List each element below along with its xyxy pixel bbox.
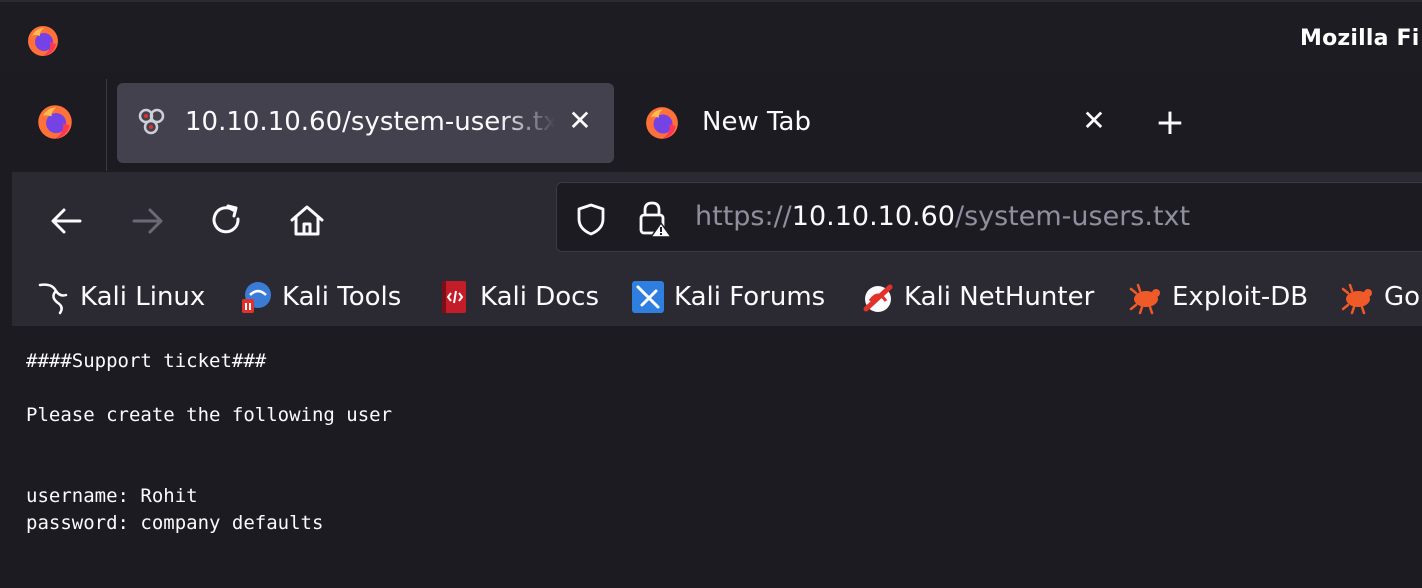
window-title: Mozilla Fi	[1300, 26, 1420, 51]
navigation-toolbar: https://10.10.10.60/system-users.txt	[12, 172, 1422, 320]
page-favicon-icon	[135, 105, 169, 143]
exploit-db-icon	[1129, 283, 1160, 315]
close-icon: ✕	[1082, 104, 1106, 137]
page-content: ####Support ticket### Please create the …	[12, 326, 1422, 588]
bookmark-label: Kali Linux	[80, 282, 206, 312]
browser-window: 10.10.10.60/system-users.txt ✕ New Tab ✕…	[12, 73, 1422, 588]
new-tab-button[interactable]: +	[1150, 103, 1190, 143]
doc-line: ####Support ticket###	[26, 350, 267, 372]
tabstrip-separator	[106, 79, 107, 171]
firefox-view-button[interactable]	[36, 103, 74, 145]
bookmark-label: Kali NetHunter	[904, 282, 1095, 312]
kali-docs-icon	[442, 281, 466, 313]
insecure-lock-icon[interactable]	[635, 199, 675, 243]
url-path: /system-users.txt	[954, 201, 1191, 232]
bookmark-exploit-db[interactable]: Exploit-DB	[1128, 276, 1308, 318]
kali-dragon-icon	[38, 283, 68, 315]
kali-forums-icon	[632, 281, 664, 313]
kali-tools-icon	[242, 282, 271, 313]
shield-icon[interactable]	[573, 201, 609, 241]
bookmark-label: Go	[1384, 282, 1421, 312]
bookmark-kali-docs[interactable]: Kali Docs	[436, 276, 599, 318]
reload-button[interactable]	[204, 198, 250, 244]
tab-label: New Tab	[702, 107, 811, 137]
address-bar[interactable]: https://10.10.10.60/system-users.txt	[556, 182, 1422, 252]
url-scheme: https://	[695, 201, 792, 232]
bookmark-kali-tools[interactable]: Kali Tools	[238, 276, 401, 318]
firefox-icon	[38, 105, 72, 139]
plain-text-document: ####Support ticket### Please create the …	[26, 348, 392, 537]
tab-strip: 10.10.10.60/system-users.txt ✕ New Tab ✕…	[12, 73, 1422, 172]
tab-new-tab[interactable]: New Tab ✕	[626, 83, 1116, 163]
home-icon	[290, 205, 324, 236]
reload-icon	[212, 204, 240, 234]
doc-line: username: Rohit	[26, 485, 198, 507]
url-text[interactable]: https://10.10.10.60/system-users.txt	[695, 201, 1190, 232]
doc-line: Please create the following user	[26, 404, 393, 426]
bookmark-label: Kali Docs	[480, 282, 600, 312]
bookmark-go[interactable]: Go	[1340, 276, 1420, 318]
url-host: 10.10.10.60	[791, 201, 955, 232]
firefox-icon	[26, 24, 60, 62]
forward-button[interactable]	[124, 198, 170, 244]
bookmark-label: Kali Forums	[674, 282, 826, 312]
bookmark-label: Exploit-DB	[1172, 282, 1309, 312]
firefox-icon	[644, 105, 680, 145]
close-icon: ✕	[568, 104, 592, 137]
doc-line: password: company defaults	[26, 512, 324, 534]
tab-close-button[interactable]: ✕	[1076, 103, 1112, 139]
window-titlebar: Mozilla Fi	[0, 0, 1422, 73]
back-arrow-icon	[51, 208, 82, 234]
plus-icon: +	[1154, 102, 1186, 143]
forward-arrow-icon	[132, 208, 163, 234]
bookmark-kali-forums[interactable]: Kali Forums	[630, 276, 825, 318]
home-button[interactable]	[284, 198, 330, 244]
back-button[interactable]	[44, 198, 90, 244]
tab-label: 10.10.10.60/system-users.txt	[185, 107, 555, 137]
bookmark-kali-linux[interactable]: Kali Linux	[36, 276, 205, 318]
bookmark-kali-nethunter[interactable]: Kali NetHunter	[860, 276, 1094, 318]
kali-nethunter-icon	[863, 284, 893, 312]
tab-close-button[interactable]: ✕	[562, 103, 598, 139]
tab-system-users[interactable]: 10.10.10.60/system-users.txt ✕	[117, 83, 614, 163]
bookmark-label: Kali Tools	[282, 282, 402, 312]
bookmarks-toolbar: Kali Linux Kali Tools Kali Docs Kali For…	[12, 268, 1422, 326]
exploit-db-icon	[1341, 283, 1372, 315]
